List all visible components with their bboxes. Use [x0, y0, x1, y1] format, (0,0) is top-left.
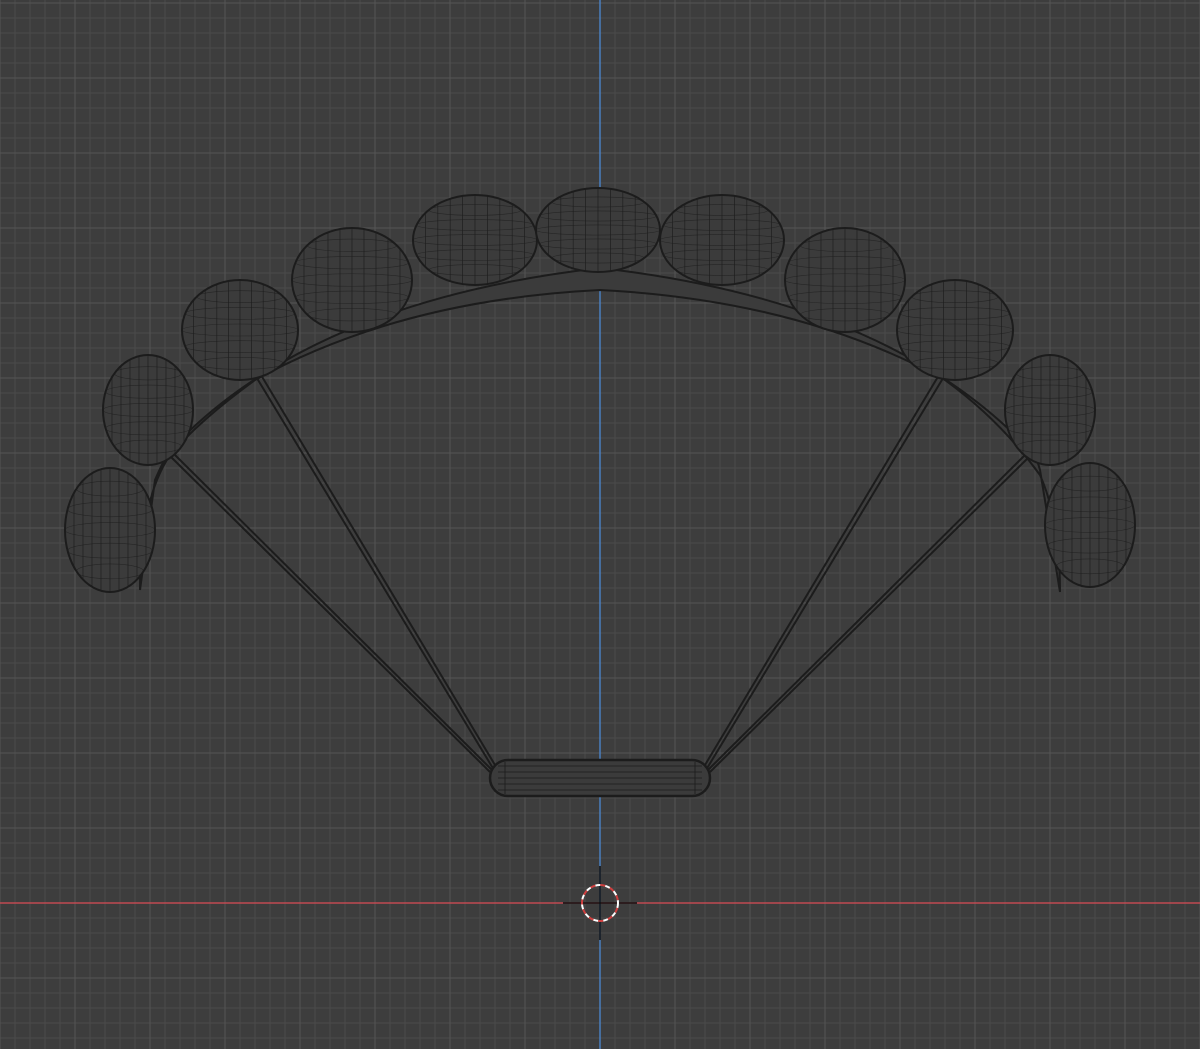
canopy-cell: [412, 194, 538, 286]
canopy-cell: [64, 467, 156, 593]
canopy-cell: [535, 187, 661, 273]
canopy-cell: [1004, 354, 1096, 466]
viewport-scene: [0, 0, 1200, 1049]
3d-viewport[interactable]: [0, 0, 1200, 1049]
harness-bar[interactable]: [488, 758, 712, 798]
canopy-cell: [181, 279, 299, 381]
canopy-cell: [291, 227, 413, 333]
canopy-cell: [659, 194, 785, 286]
canopy-cell: [896, 279, 1014, 381]
canopy-cell: [102, 354, 194, 466]
canopy-cell: [784, 227, 906, 333]
canopy-cell: [1044, 462, 1136, 588]
